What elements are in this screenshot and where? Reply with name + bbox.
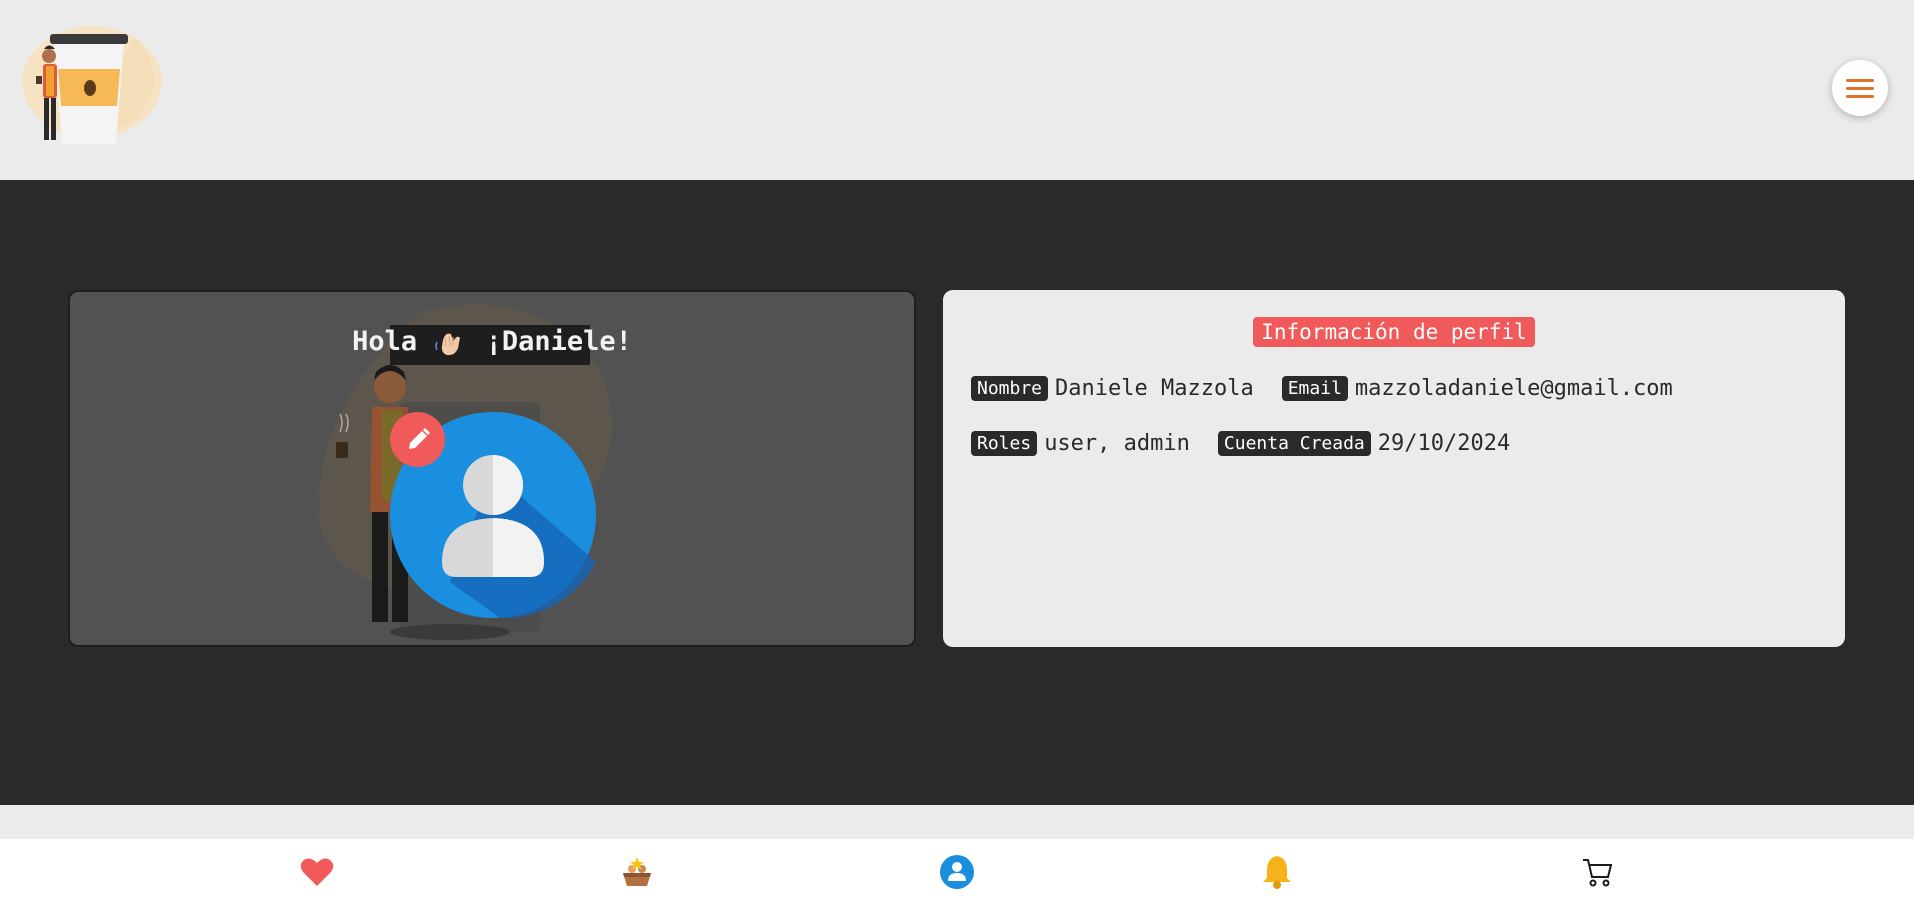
waving-hand-icon (433, 328, 469, 358)
greeting-text: Hola ¡Daniele! (70, 326, 914, 358)
profile-card: Hola ¡Daniele! (68, 290, 916, 647)
created-label: Cuenta Creada (1217, 431, 1371, 456)
basket-icon (623, 857, 651, 886)
email-value: mazzoladaniele@gmail.com (1354, 376, 1673, 401)
menu-button[interactable] (1832, 60, 1888, 116)
info-row-roles-created: Roles user, admin Cuenta Creada 29/10/20… (971, 431, 1538, 456)
hamburger-icon (1846, 79, 1874, 98)
created-value: 29/10/2024 (1377, 431, 1511, 456)
profile-info-title: Información de perfil (1253, 317, 1535, 347)
heart-icon (300, 858, 334, 886)
bottom-nav (0, 839, 1914, 906)
nav-profile[interactable] (938, 853, 976, 891)
nav-cart[interactable] (1578, 853, 1616, 891)
nav-notifications[interactable] (1258, 853, 1296, 891)
profile-info-card: Información de perfil Nombre Daniele Maz… (943, 290, 1845, 647)
footer-strip (0, 805, 1914, 839)
roles-value: user, admin (1044, 431, 1190, 456)
cart-icon (1583, 859, 1613, 887)
name-value: Daniele Mazzola (1055, 376, 1254, 401)
greeting-name: ¡Daniele! (485, 326, 632, 357)
greeting-prefix: Hola (352, 326, 418, 357)
main-content: Hola ¡Daniele! Información de perfil Nom… (0, 180, 1914, 805)
nav-products[interactable] (618, 853, 656, 891)
edit-avatar-button[interactable] (390, 412, 445, 467)
top-header (0, 0, 1914, 180)
nav-favorites[interactable] (298, 853, 336, 891)
info-row-name-email: Nombre Daniele Mazzola Email mazzoladani… (971, 376, 1701, 401)
profile-icon (940, 855, 974, 889)
app-logo[interactable] (14, 14, 164, 148)
roles-label: Roles (971, 431, 1038, 456)
pencil-icon (408, 427, 430, 449)
name-label: Nombre (971, 376, 1049, 401)
email-label: Email (1281, 376, 1348, 401)
bell-icon (1263, 856, 1291, 889)
